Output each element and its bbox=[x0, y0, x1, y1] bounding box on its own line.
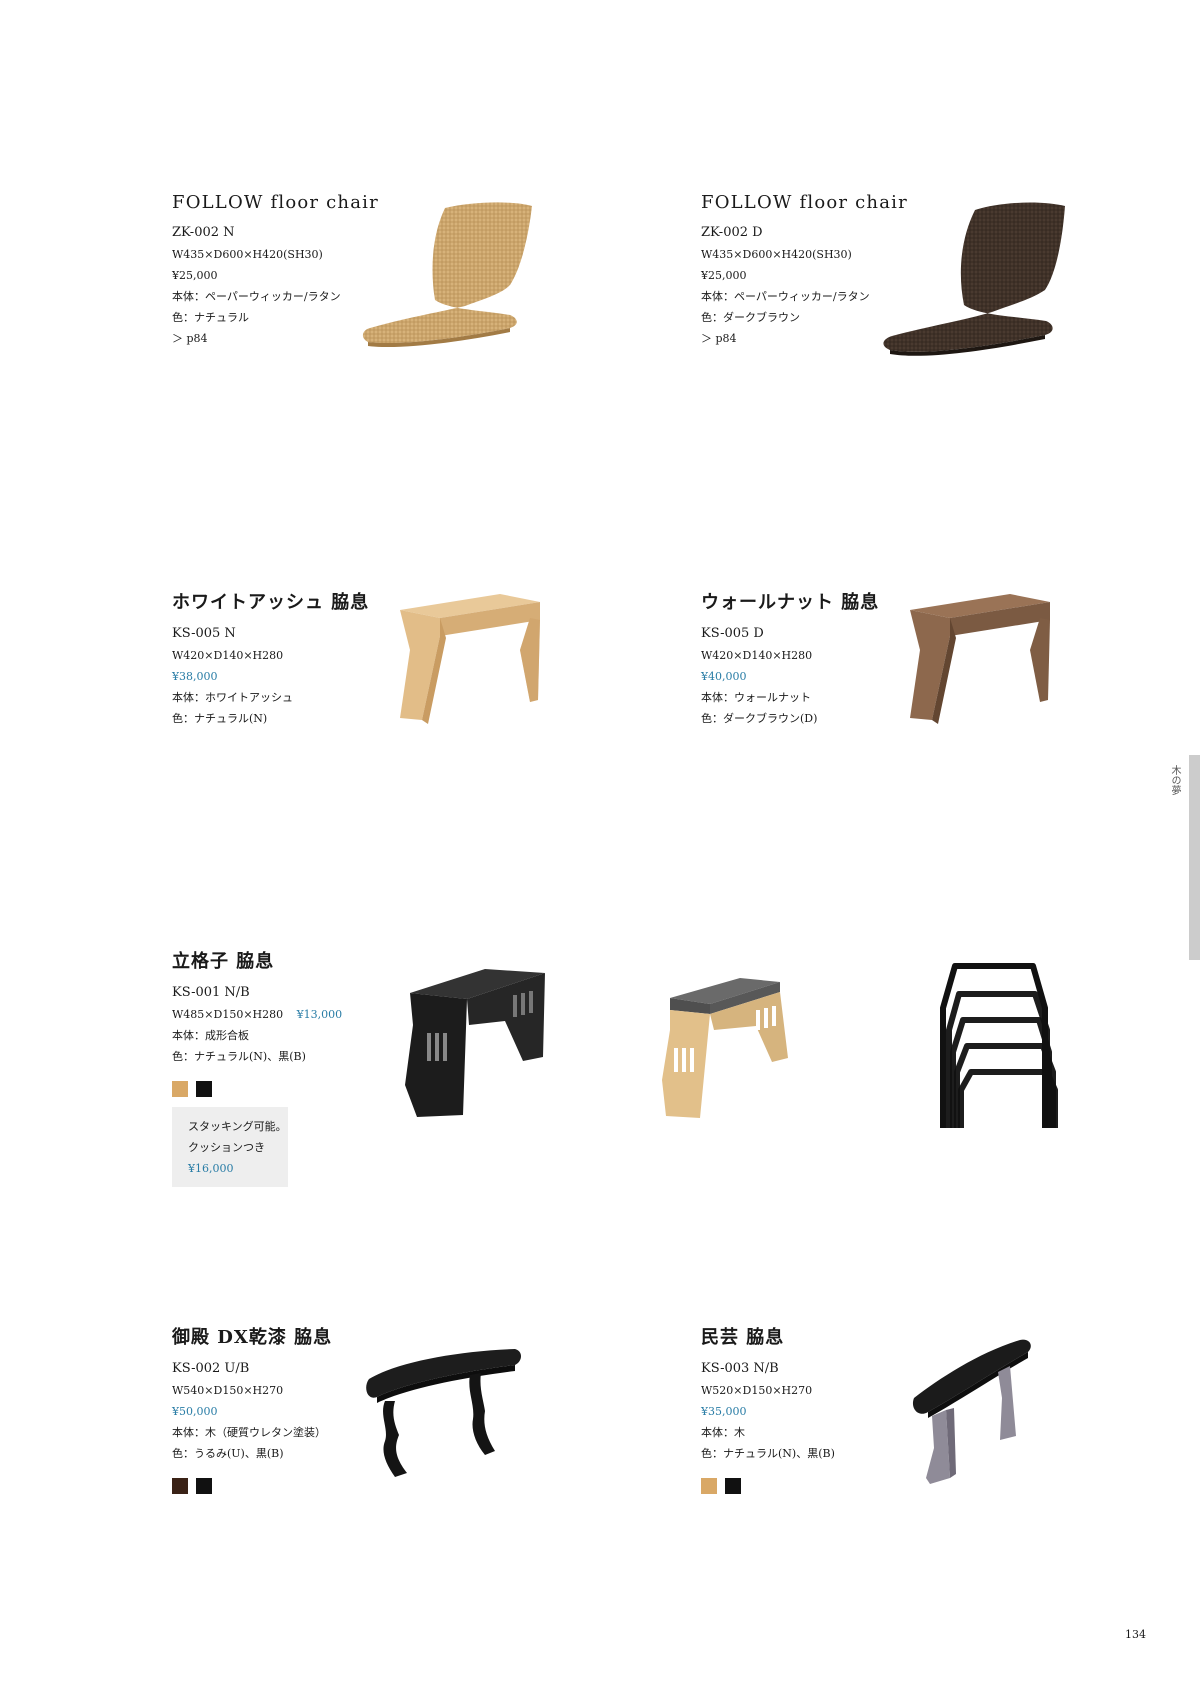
product-color: 色：ダークブラウン(D) bbox=[701, 712, 818, 725]
product-code: KS-003 N/B bbox=[701, 1361, 779, 1376]
product-price: ¥40,000 bbox=[701, 670, 747, 683]
product-size: W540×D150×H270 bbox=[172, 1384, 284, 1397]
armrest-walnut-image bbox=[910, 594, 1050, 724]
black-swatch bbox=[196, 1081, 212, 1097]
product-code: KS-005 D bbox=[701, 626, 764, 641]
product-ks003: 民芸 脇息 KS-003 N/B W520×D150×H270 ¥35,000 … bbox=[701, 1323, 835, 1494]
floor-chair-natural-image bbox=[362, 202, 532, 348]
color-swatches bbox=[701, 1478, 835, 1494]
product-material: 本体：ペーパーウィッカー/ラタン bbox=[701, 290, 870, 303]
product-material: 本体：ペーパーウィッカー/ラタン bbox=[172, 290, 341, 303]
cushion-price: ¥16,000 bbox=[188, 1162, 234, 1175]
product-size: W485×D150×H280 bbox=[172, 1008, 284, 1021]
product-title: ウォールナット 脇息 bbox=[701, 592, 880, 613]
product-ks001: 立格子 脇息 KS-001 N/B W485×D150×H280 ¥13,000… bbox=[172, 947, 342, 1097]
product-code: ZK-002 N bbox=[172, 225, 235, 240]
product-color: 色：ナチュラル(N)、黒(B) bbox=[701, 1447, 835, 1460]
urumi-swatch bbox=[172, 1478, 188, 1494]
product-zk002n: FOLLOW floor chair ZK-002 N W435×D600×H4… bbox=[172, 192, 379, 345]
product-size: W420×D140×H280 bbox=[701, 649, 813, 662]
page-reference: ＞ p84 bbox=[172, 332, 208, 345]
product-color: 色：うるみ(U)、黒(B) bbox=[172, 1447, 284, 1460]
product-title: ホワイトアッシュ 脇息 bbox=[172, 592, 370, 613]
armrest-lattice-cushion-image bbox=[662, 978, 788, 1118]
armrest-white-ash-image bbox=[400, 594, 540, 724]
product-material: 本体：木（硬質ウレタン塗装） bbox=[172, 1426, 326, 1439]
page-number: 134 bbox=[1125, 1628, 1146, 1641]
product-ks005n: ホワイトアッシュ 脇息 KS-005 N W420×D140×H280 ¥38,… bbox=[172, 588, 369, 725]
product-material: 本体：ウォールナット bbox=[701, 691, 811, 704]
armrest-lattice-black-image bbox=[405, 969, 545, 1117]
page-reference: ＞ p84 bbox=[701, 332, 737, 345]
product-code: KS-001 N/B bbox=[172, 985, 250, 1000]
product-color: 色：ナチュラル bbox=[172, 311, 249, 324]
black-swatch bbox=[725, 1478, 741, 1494]
product-material: 本体：成形合板 bbox=[172, 1029, 249, 1042]
cushion-note: クッションつき bbox=[188, 1141, 265, 1154]
product-title: 民芸 脇息 bbox=[701, 1327, 785, 1348]
product-size-price-row: W485×D150×H280 ¥13,000 bbox=[172, 1008, 342, 1021]
stacking-note: スタッキング可能。 bbox=[188, 1120, 287, 1133]
product-color: 色：ダークブラウン bbox=[701, 311, 800, 324]
product-title: FOLLOW floor chair bbox=[172, 192, 379, 213]
product-price: ¥38,000 bbox=[172, 670, 218, 683]
product-ks005d: ウォールナット 脇息 KS-005 D W420×D140×H280 ¥40,0… bbox=[701, 588, 879, 725]
product-material: 本体：ホワイトアッシュ bbox=[172, 691, 293, 704]
black-swatch bbox=[196, 1478, 212, 1494]
product-price: ¥25,000 bbox=[172, 269, 218, 282]
product-title: 御殿 DX乾漆 脇息 bbox=[172, 1327, 333, 1348]
product-size: W520×D150×H270 bbox=[701, 1384, 813, 1397]
armrest-mingei-image bbox=[912, 1339, 1031, 1484]
product-price: ¥13,000 bbox=[296, 1008, 343, 1021]
cushion-option-note: スタッキング可能。 クッションつき ¥16,000 bbox=[172, 1107, 288, 1187]
product-title: FOLLOW floor chair bbox=[701, 192, 908, 213]
product-title: 立格子 脇息 bbox=[172, 951, 275, 972]
product-price: ¥25,000 bbox=[701, 269, 747, 282]
color-swatches bbox=[172, 1081, 342, 1097]
armrest-stacked-image bbox=[940, 963, 1058, 1128]
product-size: W420×D140×H280 bbox=[172, 649, 284, 662]
natural-swatch bbox=[701, 1478, 717, 1494]
section-side-tab bbox=[1189, 755, 1200, 960]
product-material: 本体：木 bbox=[701, 1426, 745, 1439]
armrest-goten-image bbox=[366, 1349, 521, 1477]
product-code: ZK-002 D bbox=[701, 225, 763, 240]
product-code: KS-002 U/B bbox=[172, 1361, 250, 1376]
product-code: KS-005 N bbox=[172, 626, 236, 641]
product-zk002d: FOLLOW floor chair ZK-002 D W435×D600×H4… bbox=[701, 192, 908, 345]
section-label: 木の夢 bbox=[1169, 765, 1180, 795]
floor-chair-dark-brown-image bbox=[883, 202, 1065, 356]
product-color: 色：ナチュラル(N) bbox=[172, 712, 268, 725]
natural-swatch bbox=[172, 1081, 188, 1097]
product-price: ¥35,000 bbox=[701, 1405, 747, 1418]
product-ks002: 御殿 DX乾漆 脇息 KS-002 U/B W540×D150×H270 ¥50… bbox=[172, 1323, 332, 1494]
color-swatches bbox=[172, 1478, 332, 1494]
product-color: 色：ナチュラル(N)、黒(B) bbox=[172, 1050, 306, 1063]
product-size: W435×D600×H420(SH30) bbox=[701, 248, 852, 261]
product-price: ¥50,000 bbox=[172, 1405, 218, 1418]
product-size: W435×D600×H420(SH30) bbox=[172, 248, 323, 261]
